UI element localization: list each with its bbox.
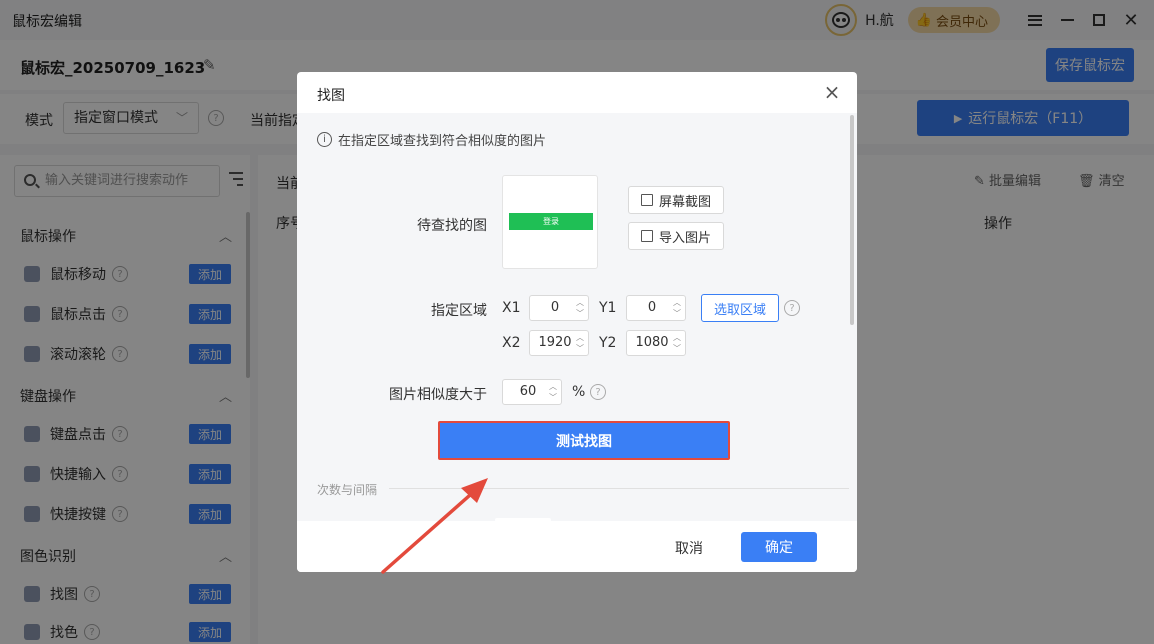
crop-icon [640, 194, 653, 206]
target-image-preview[interactable]: 登录 [502, 175, 598, 269]
stepper-icon[interactable]: ︿ ﹀ [575, 297, 585, 319]
import-image-label: 导入图片 [658, 230, 711, 246]
stepper-icon[interactable]: ︿ ﹀ [575, 332, 585, 354]
x2-label: X2 [502, 335, 521, 351]
section-divider [389, 488, 849, 489]
stepper-icon[interactable]: ︿ ﹀ [672, 332, 682, 354]
dialog-title: 找图 [317, 88, 345, 104]
x1-input[interactable]: 0 ︿ ﹀ [529, 295, 589, 321]
y1-input[interactable]: 0 ︿ ﹀ [626, 295, 686, 321]
section-count-interval: 次数与间隔 [317, 483, 378, 497]
screenshot-button[interactable]: 屏幕截图 [628, 186, 724, 214]
y2-value: 1080 [635, 335, 669, 350]
preview-login-button: 登录 [509, 213, 593, 230]
similarity-label: 图片相似度大于 [389, 387, 487, 403]
percent-sign: % [572, 384, 586, 400]
target-image-label: 待查找的图 [417, 218, 487, 234]
find-image-dialog: 找图 × i 在指定区域查找到符合相似度的图片 待查找的图 登录 屏幕截图 导入… [297, 72, 857, 572]
info-text: 在指定区域查找到符合相似度的图片 [338, 134, 547, 149]
x2-value: 1920 [538, 335, 572, 350]
y1-value: 0 [647, 300, 657, 315]
similarity-value: 60 [519, 384, 537, 399]
y2-input[interactable]: 1080 ︿ ﹀ [626, 330, 686, 356]
y2-label: Y2 [599, 335, 617, 351]
region-label: 指定区域 [431, 303, 487, 319]
help-icon[interactable]: ? [590, 384, 606, 400]
info-icon: i [317, 132, 332, 147]
highlight-box [438, 421, 730, 460]
cancel-button[interactable]: 取消 [675, 538, 703, 558]
image-icon [640, 230, 653, 242]
help-icon[interactable]: ? [784, 300, 800, 316]
screenshot-label: 屏幕截图 [658, 194, 711, 210]
similarity-input[interactable]: 60 ︿ ﹀ [502, 379, 562, 405]
x1-value: 0 [550, 300, 560, 315]
pick-region-button[interactable]: 选取区域 [701, 294, 779, 322]
close-icon[interactable]: × [821, 82, 843, 104]
dialog-scrollbar[interactable] [850, 115, 854, 325]
y1-label: Y1 [599, 300, 617, 316]
dialog-info: i 在指定区域查找到符合相似度的图片 [317, 130, 546, 149]
x1-label: X1 [502, 300, 521, 316]
stepper-icon[interactable]: ︿ ﹀ [548, 381, 558, 403]
import-image-button[interactable]: 导入图片 [628, 222, 724, 250]
stepper-icon[interactable]: ︿ ﹀ [672, 297, 682, 319]
x2-input[interactable]: 1920 ︿ ﹀ [529, 330, 589, 356]
confirm-button[interactable]: 确定 [741, 532, 817, 562]
